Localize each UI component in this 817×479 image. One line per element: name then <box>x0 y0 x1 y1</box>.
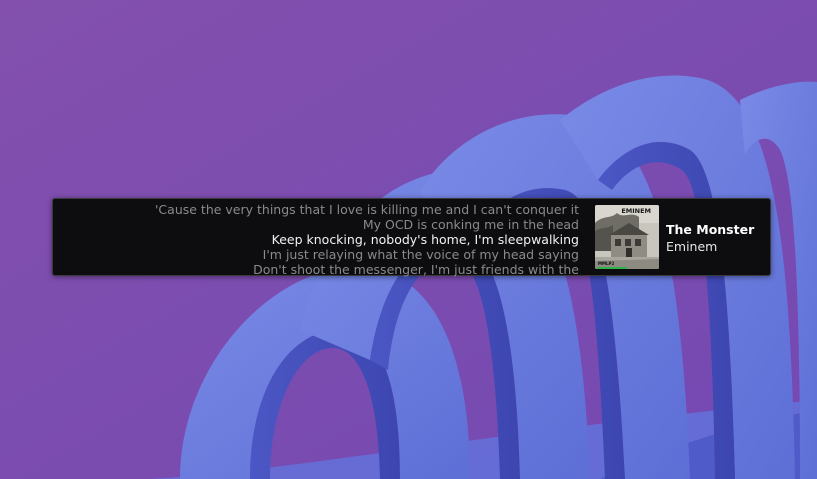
cover-bottom-text: MMLP2 <box>598 261 614 266</box>
lyrics-widget[interactable]: 'Cause the very things that I love is ki… <box>52 198 771 277</box>
album-cover[interactable]: EMINEM MMLP2 <box>595 205 659 269</box>
cover-title-text: EMINEM <box>621 207 651 215</box>
track-title: The Monster <box>666 222 755 237</box>
album-art-image: EMINEM MMLP2 <box>595 205 659 269</box>
lyric-line: 'Cause the very things that I love is ki… <box>155 202 579 217</box>
lyrics-panel: 'Cause the very things that I love is ki… <box>109 202 579 277</box>
lyric-line-current: Keep knocking, nobody's home, I'm sleepw… <box>271 232 579 247</box>
lyric-line: I'm just relaying what the voice of my h… <box>262 247 579 262</box>
track-info: The Monster Eminem <box>666 221 754 255</box>
lyric-line: Don't shoot the messenger, I'm just frie… <box>253 262 579 277</box>
cover-progress-bar <box>597 267 627 269</box>
lyric-line: My OCD is conking me in the head <box>362 217 579 232</box>
track-artist: Eminem <box>666 239 718 254</box>
